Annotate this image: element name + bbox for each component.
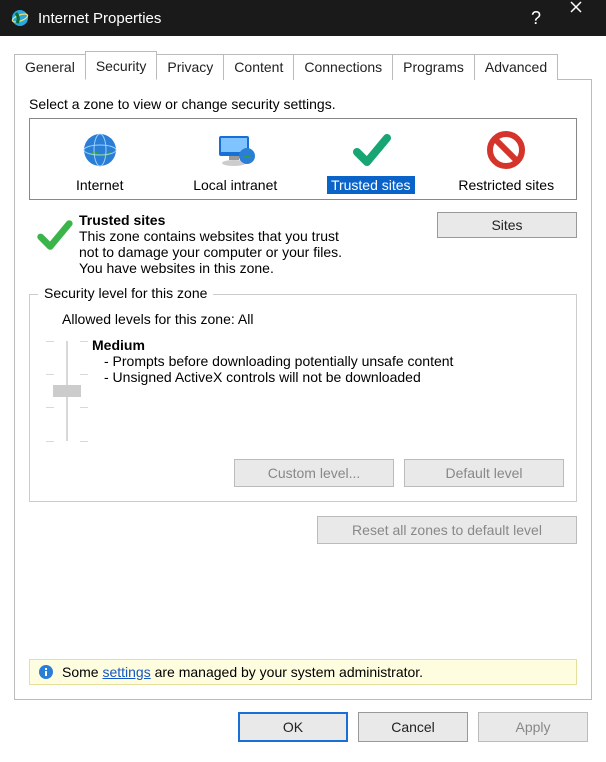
titlebar: Internet Properties ?	[0, 0, 606, 36]
info-bar: Some settings are managed by your system…	[29, 659, 577, 685]
slider-thumb[interactable]	[53, 385, 81, 397]
reset-all-button[interactable]: Reset all zones to default level	[317, 516, 577, 544]
security-slider[interactable]	[60, 341, 74, 441]
monitor-globe-icon	[175, 127, 295, 173]
level-bullet: - Prompts before downloading potentially…	[104, 353, 564, 369]
custom-level-button[interactable]: Custom level...	[234, 459, 394, 487]
apply-button[interactable]: Apply	[478, 712, 588, 742]
tab-advanced[interactable]: Advanced	[474, 54, 558, 80]
zone-desc-line2: You have websites in this zone.	[79, 260, 427, 276]
settings-link[interactable]: settings	[102, 664, 150, 680]
zone-internet[interactable]: Internet	[40, 127, 160, 193]
tab-privacy[interactable]: Privacy	[156, 54, 224, 80]
info-text: Some settings are managed by your system…	[62, 664, 423, 680]
tab-connections[interactable]: Connections	[293, 54, 393, 80]
zone-local-intranet[interactable]: Local intranet	[175, 127, 295, 193]
app-icon	[10, 8, 30, 28]
no-entry-icon	[446, 127, 566, 173]
group-title: Security level for this zone	[38, 285, 213, 301]
level-bullet: - Unsigned ActiveX controls will not be …	[104, 369, 564, 385]
zone-label: Local intranet	[193, 177, 277, 193]
zone-restricted-sites[interactable]: Restricted sites	[446, 127, 566, 193]
default-level-button[interactable]: Default level	[404, 459, 564, 487]
globe-icon	[40, 127, 160, 173]
window-title: Internet Properties	[38, 10, 516, 27]
tab-programs[interactable]: Programs	[392, 54, 475, 80]
security-panel: Select a zone to view or change security…	[14, 80, 592, 700]
tab-strip: General Security Privacy Content Connect…	[14, 52, 592, 80]
zone-label: Restricted sites	[458, 177, 554, 193]
sites-button[interactable]: Sites	[437, 212, 577, 238]
cancel-button[interactable]: Cancel	[358, 712, 468, 742]
close-button[interactable]	[556, 0, 596, 36]
zone-desc-title: Trusted sites	[79, 212, 427, 228]
zone-prompt: Select a zone to view or change security…	[29, 96, 577, 112]
allowed-levels: Allowed levels for this zone: All	[62, 311, 564, 327]
dialog-footer: OK Cancel Apply	[0, 700, 606, 756]
zone-list: Internet Local intranet	[29, 118, 577, 200]
security-level-group: Security level for this zone Allowed lev…	[29, 294, 577, 502]
zone-status-icon	[29, 212, 79, 276]
level-name: Medium	[92, 337, 564, 353]
zone-label: Internet	[76, 177, 123, 193]
zone-trusted-sites[interactable]: Trusted sites	[311, 127, 431, 193]
tab-security[interactable]: Security	[85, 51, 158, 80]
checkmark-icon	[311, 127, 431, 173]
help-button[interactable]: ?	[516, 0, 556, 36]
info-icon	[38, 664, 54, 680]
ok-button[interactable]: OK	[238, 712, 348, 742]
tab-general[interactable]: General	[14, 54, 86, 80]
tab-content[interactable]: Content	[223, 54, 294, 80]
zone-desc-line1: This zone contains websites that you tru…	[79, 228, 349, 260]
zone-label: Trusted sites	[327, 176, 415, 194]
